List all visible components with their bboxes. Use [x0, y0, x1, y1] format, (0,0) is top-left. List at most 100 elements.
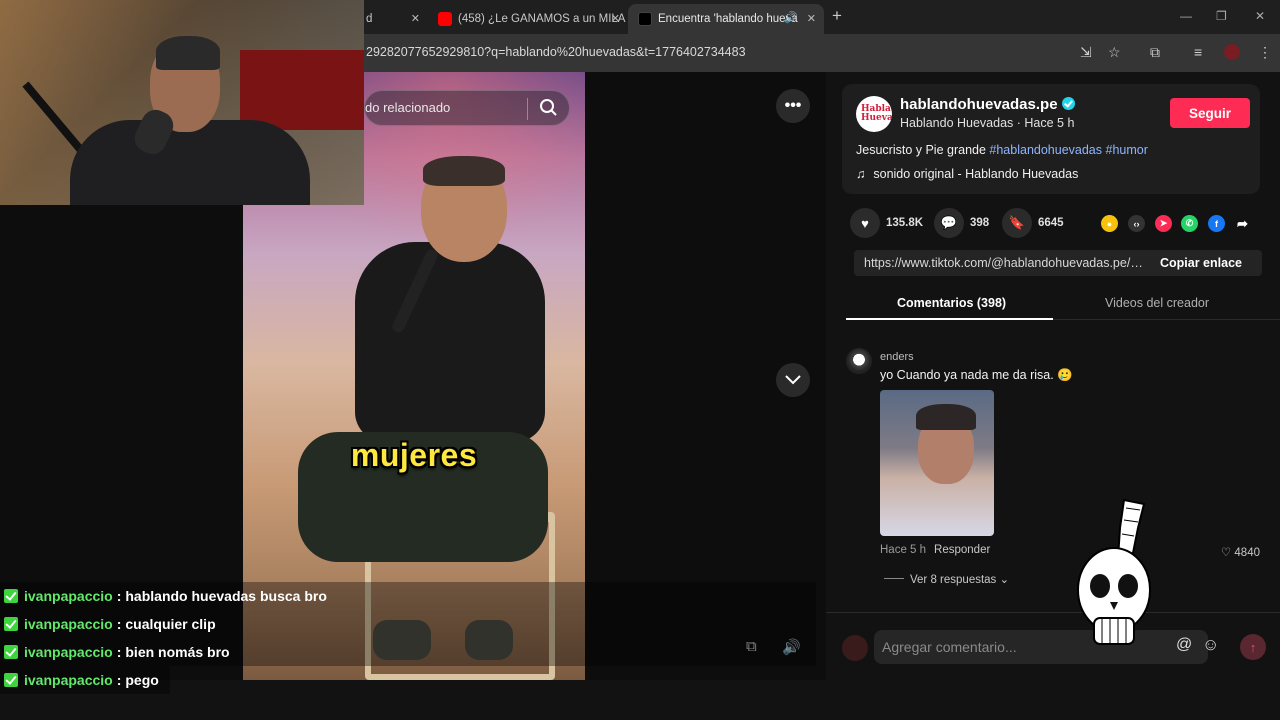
chat-message: ivanpapaccio: cualquier clip [0, 610, 816, 638]
browser-menu-icon[interactable]: ⋮ [1258, 44, 1272, 61]
youtube-icon [438, 12, 452, 26]
close-icon[interactable]: ✕ [611, 12, 620, 25]
share-arrow-icon[interactable]: ➦ [1234, 215, 1251, 232]
commenter-username[interactable]: enders [880, 351, 914, 363]
save-count: 6645 [1038, 217, 1064, 229]
search-icon[interactable] [539, 97, 559, 119]
commenter-avatar[interactable] [846, 348, 872, 374]
tab-label: (458) ¿Le GANAMOS a un MILA [458, 13, 626, 25]
heart-outline-icon: ♡ [1220, 547, 1232, 559]
minimize-icon[interactable]: — [1180, 9, 1192, 23]
chevron-down-icon [785, 375, 801, 385]
chat-username: ivanpapaccio [24, 644, 113, 660]
extensions-icon[interactable]: ⧉ [1150, 44, 1160, 61]
close-icon[interactable]: ✕ [807, 12, 816, 25]
subline-separator: · [1013, 116, 1025, 130]
music-title: sonido original - Hablando Huevadas [873, 167, 1079, 181]
comment-meta: Hace 5 h Responder [880, 544, 990, 556]
video-person [355, 242, 545, 442]
chat-message: ivanpapaccio: bien nomás bro [0, 638, 816, 666]
tab-first[interactable]: d ✕ [356, 4, 428, 34]
hashtag-link[interactable]: #hablandohuevadas [989, 143, 1102, 157]
reply-button[interactable]: Responder [934, 544, 990, 556]
tab-comments[interactable]: Comentarios (398) [897, 296, 1006, 310]
coin-icon[interactable]: ● [1101, 215, 1118, 232]
media-control-icon[interactable]: ≡ [1194, 44, 1202, 60]
creator-avatar[interactable]: Hablando Huevadas [856, 96, 892, 132]
comment-image-hair [916, 404, 976, 430]
tab-creator-videos[interactable]: Videos del creador [1105, 296, 1209, 310]
video-description: Jesucristo y Pie grande #hablandohuevada… [856, 143, 1148, 157]
chat-separator: : [116, 644, 122, 660]
whatsapp-icon[interactable]: ✆ [1181, 215, 1198, 232]
comment-icon: 💬 [934, 208, 964, 238]
bookmark-star-icon[interactable]: ☆ [1108, 44, 1121, 61]
tab-label: Encuentra 'hablando hueva [658, 13, 798, 25]
current-user-avatar [842, 635, 868, 661]
view-replies-button[interactable]: Ver 8 respuestas ⌄ [884, 572, 1009, 586]
like-action[interactable]: ♥ 135.8K [850, 208, 923, 238]
verified-badge-icon [4, 589, 18, 603]
chevron-down-icon: ⌄ [999, 574, 1010, 586]
active-tab-indicator [846, 318, 1053, 320]
next-video-button[interactable] [776, 363, 810, 397]
emoji-icon[interactable]: ☺ [1202, 635, 1219, 655]
chat-text: cualquier clip [125, 616, 216, 632]
comment-image[interactable] [880, 390, 994, 536]
comment-input[interactable] [874, 630, 1208, 664]
music-note-icon: ♫ [856, 167, 866, 181]
username-text: hablandohuevadas.pe [900, 96, 1058, 113]
view-replies-label: Ver 8 respuestas [910, 574, 997, 586]
hashtag-link[interactable]: #humor [1106, 143, 1148, 157]
video-link[interactable]: https://www.tiktok.com/@hablandohuevadas… [864, 256, 1146, 270]
creator-username[interactable]: hablandohuevadas.pe [900, 96, 1075, 113]
comment-like-count: 4840 [1234, 547, 1260, 559]
url-text[interactable]: 292820776529298​10?q=hablando%20huevadas… [366, 45, 746, 59]
chat-text: bien nomás bro [125, 644, 230, 660]
new-tab-button[interactable]: + [832, 6, 842, 26]
save-action[interactable]: 🔖 6645 [1002, 208, 1064, 238]
tab-tiktok[interactable]: Encuentra 'hablando hueva 🔊 ✕ [628, 4, 824, 34]
screen: d ✕ (458) ¿Le GANAMOS a un MILA ✕ Encuen… [0, 0, 1280, 720]
verified-badge-icon [4, 617, 18, 631]
facebook-icon[interactable]: f [1208, 215, 1225, 232]
more-options-button[interactable]: ••• [776, 89, 810, 123]
comment-action[interactable]: 💬 398 [934, 208, 989, 238]
display-name: Hablando Huevadas [900, 116, 1014, 130]
video-person-hair [423, 156, 505, 186]
verified-badge-icon [4, 673, 18, 687]
profile-avatar[interactable] [1224, 44, 1240, 60]
chat-message: ivanpapaccio: hablando huevadas busca bro [0, 582, 816, 610]
comment-count: 398 [970, 217, 990, 229]
speaker-icon[interactable]: 🔊 [784, 11, 798, 24]
related-search-bar[interactable]: do relacionado [364, 90, 570, 126]
window-close-icon[interactable]: ✕ [1255, 9, 1265, 23]
install-app-icon[interactable]: ⇲ [1080, 44, 1092, 61]
skull-sticker-icon [1077, 498, 1151, 645]
follow-button[interactable]: Seguir [1170, 98, 1250, 128]
send-icon[interactable]: ➤ [1155, 215, 1172, 232]
maximize-icon[interactable]: ❐ [1216, 9, 1227, 23]
copy-link-button[interactable]: Copiar enlace [1160, 256, 1242, 270]
post-time: Hace 5 h [1024, 116, 1075, 130]
search-placeholder: do relacionado [365, 100, 451, 115]
panel-tabs: Comentarios (398) Videos del creador [846, 286, 1280, 320]
chat-username: ivanpapaccio [24, 672, 113, 688]
embed-icon[interactable]: ‹› [1128, 215, 1145, 232]
engagement-bar: ♥ 135.8K 💬 398 🔖 6645 ● ‹› ➤ ✆ f ➦ [850, 208, 1260, 238]
arrow-up-icon: ↑ [1249, 639, 1257, 655]
verified-badge-icon [4, 645, 18, 659]
mention-icon[interactable]: @ [1176, 636, 1192, 654]
post-comment-button[interactable]: ↑ [1240, 634, 1266, 660]
like-count: 135.8K [886, 217, 924, 229]
stream-chat-overlay: ivanpapaccio: hablando huevadas busca bro… [0, 582, 816, 694]
tab-label: d [366, 13, 373, 25]
webcam-table [240, 50, 364, 130]
close-icon[interactable]: ✕ [411, 12, 420, 25]
search-divider [527, 98, 528, 120]
comment-like[interactable]: ♡ 4840 [1221, 545, 1260, 559]
tab-youtube[interactable]: (458) ¿Le GANAMOS a un MILA ✕ [428, 4, 628, 34]
music-info[interactable]: ♫ sonido original - Hablando Huevadas [856, 167, 1078, 181]
webcam-overlay [0, 0, 364, 205]
creator-card: Hablando Huevadas hablandohuevadas.pe Ha… [842, 84, 1260, 194]
